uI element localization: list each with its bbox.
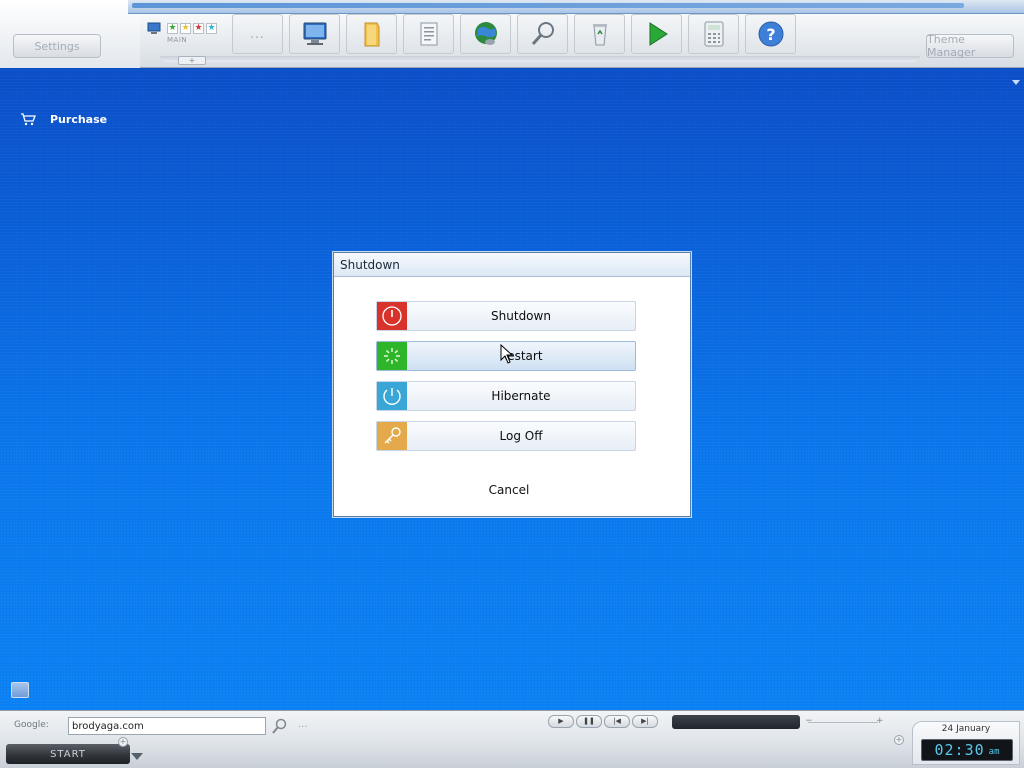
mouse-cursor-icon [500,344,514,364]
google-search-input[interactable] [68,717,266,735]
settings-button[interactable]: Settings [13,34,101,58]
time-value: 02:30 [934,741,985,759]
recycle-bin-button[interactable] [574,14,625,54]
star-icon[interactable]: ★ [180,23,191,34]
desktop-corner-marker [1012,80,1020,85]
calculator-icon [704,21,723,47]
purchase-label: Purchase [50,112,108,126]
svg-text:?: ? [766,25,775,44]
date-label: 24 January [941,724,991,734]
shutdown-dialog: Shutdown Shutdown Restart Hibernate Log … [333,252,691,517]
log-off-label: Log Off [499,429,543,443]
volume-up-icon[interactable]: + [876,716,884,726]
internet-globe-icon [474,22,497,45]
google-label: Google: [14,720,49,730]
documents-icon [420,22,437,46]
previous-button[interactable]: |◀ [604,715,630,728]
volume-slider[interactable] [808,722,878,723]
pause-button[interactable]: ❚❚ [576,715,602,728]
help-icon: ? [758,21,783,47]
computer-button[interactable] [289,14,340,54]
add-tab-button[interactable]: + [178,56,206,65]
more-button[interactable]: ... [232,14,283,54]
workspace-stars: ★ ★ ★ ★ [167,23,217,34]
purchase-link[interactable]: Purchase [20,112,107,126]
computer-icon [303,22,326,45]
search-icon[interactable] [270,717,288,735]
bottom-panel: Google: ... START + ▶ ❚❚ |◀ ▶| − + + 24 … [0,710,1024,768]
run-play-icon [649,22,668,46]
theme-manager-button[interactable]: Theme Manager [926,33,1014,59]
key-icon [377,422,407,450]
main-label: MAIN [167,36,188,44]
restart-label: Restart [499,349,543,363]
folder-button[interactable] [346,14,397,54]
media-controls: ▶ ❚❚ |◀ ▶| [548,715,658,728]
chevron-down-icon[interactable] [131,753,143,760]
calculator-button[interactable] [688,14,739,54]
star-icon[interactable]: ★ [193,23,204,34]
main-workspace-widget[interactable]: ★ ★ ★ ★ MAIN [147,20,227,46]
hibernate-button[interactable]: Hibernate [376,381,636,411]
quick-launch-toolbar: ... ? [232,14,796,54]
volume-down-icon[interactable]: − [805,716,813,726]
play-button[interactable]: ▶ [548,715,574,728]
next-button[interactable]: ▶| [632,715,658,728]
plus-circle-icon[interactable]: + [118,737,128,747]
computer-small-icon [147,22,161,34]
desktop-shortcut-icon[interactable] [11,682,29,698]
search-icon [531,22,554,45]
star-icon[interactable]: ★ [167,23,178,34]
hibernate-label: Hibernate [491,389,551,403]
help-button[interactable]: ? [745,14,796,54]
plus-circle-icon[interactable]: + [894,735,904,745]
run-button[interactable] [631,14,682,54]
star-icon[interactable]: ★ [206,23,217,34]
shopping-cart-icon [21,113,36,126]
hibernate-icon [377,382,407,410]
search-button[interactable] [517,14,568,54]
cancel-button[interactable]: Cancel [474,479,544,501]
internet-button[interactable] [460,14,511,54]
media-progress-bar[interactable] [672,715,800,729]
folder-icon [364,22,379,47]
log-off-button[interactable]: Log Off [376,421,636,451]
power-icon [377,302,407,330]
restart-icon [377,342,407,370]
dialog-title: Shutdown [334,253,690,277]
shutdown-button[interactable]: Shutdown [376,301,636,331]
recycle-bin-icon [592,24,607,46]
am-pm-label: am [988,747,1000,757]
shutdown-label: Shutdown [491,309,551,323]
documents-button[interactable] [403,14,454,54]
top-progress-strip [128,0,1024,14]
clock-panel: 24 January 02:30 am [912,721,1020,765]
top-panel: Settings ★ ★ ★ ★ MAIN + ... ? Theme Mana… [0,0,1024,68]
start-button[interactable]: START [6,744,130,764]
digital-clock: 02:30 am [921,739,1013,761]
more-button[interactable]: ... [298,719,308,730]
